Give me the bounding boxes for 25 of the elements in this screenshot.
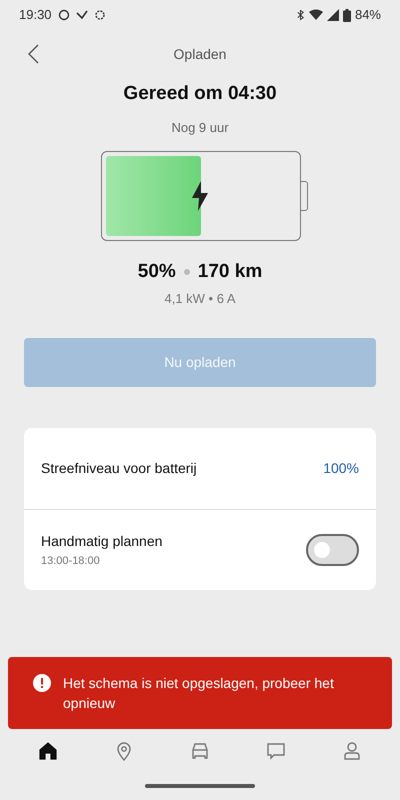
- battery-percent: 84%: [354, 6, 381, 24]
- time-remaining: Nog 9 uur: [170, 118, 230, 137]
- chat-icon[interactable]: [266, 741, 286, 761]
- cellular-icon: [326, 9, 339, 21]
- person-icon[interactable]: [342, 741, 362, 761]
- setting-value[interactable]: 100%: [323, 458, 359, 479]
- page-title: Opladen: [174, 44, 226, 64]
- setting-label: Handmatig plannen: [41, 532, 162, 551]
- status-time: 19:30: [19, 6, 52, 24]
- home-icon[interactable]: [38, 741, 58, 761]
- back-icon[interactable]: [27, 44, 39, 64]
- error-message: Het schema is niet opgeslagen, probeer het opnieuw: [63, 674, 335, 713]
- wifi-icon: [308, 9, 323, 21]
- battery-icon: [342, 8, 351, 22]
- bluetooth-icon: [296, 9, 305, 21]
- alert-icon: [33, 674, 51, 692]
- range-value: 170 km: [198, 260, 262, 284]
- toggle-switch[interactable]: [306, 534, 359, 566]
- ready-time: Gereed om 04:30: [122, 82, 278, 106]
- setting-sublabel: 13:00-18:00: [41, 554, 101, 569]
- setting-label: Streefniveau voor batterij: [41, 459, 197, 478]
- car-icon[interactable]: [190, 741, 210, 761]
- charge-power: 4,1 kW • 6 A: [163, 290, 237, 308]
- sync-icon: [94, 9, 106, 21]
- charge-percent: 50%: [138, 260, 176, 284]
